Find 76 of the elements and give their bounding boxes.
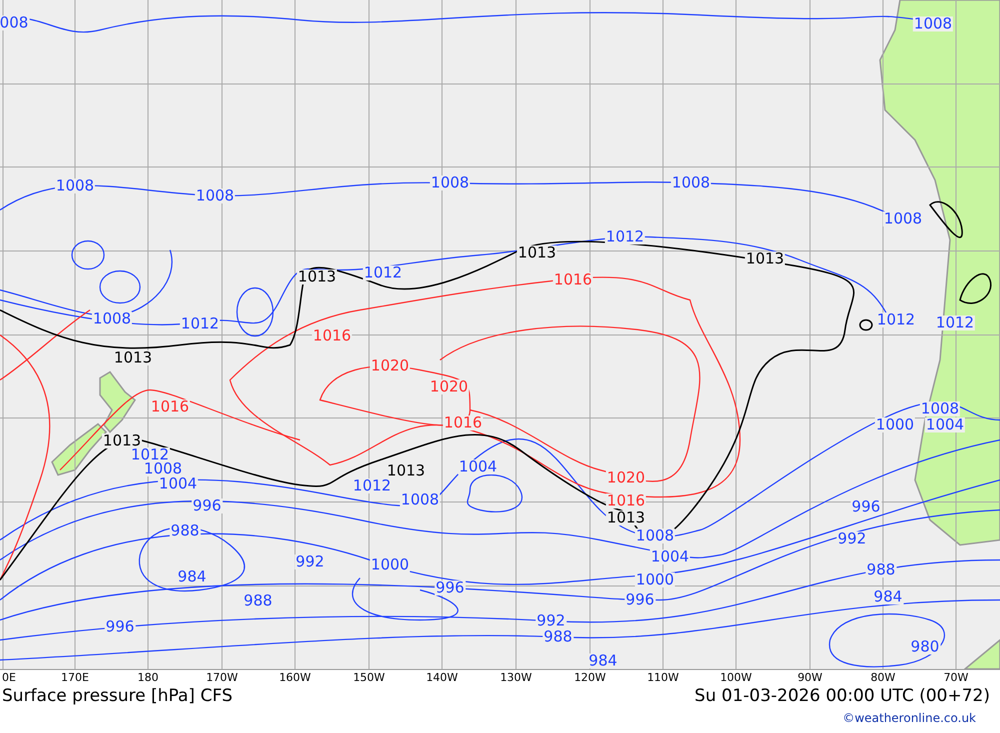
isobar-label: 1020: [428, 380, 470, 394]
isobar-label: 996: [850, 500, 882, 514]
isobar-label: 980: [910, 640, 940, 654]
longitude-label: 90W: [798, 672, 822, 683]
isobar-label: 1008: [142, 462, 184, 476]
isobar-label: 988: [866, 562, 896, 578]
isobar-label: 1013: [516, 246, 558, 260]
longitude-label: 80W: [870, 672, 896, 683]
isobar-label: 1013: [102, 434, 142, 448]
isobar-label: 1000: [634, 572, 676, 588]
isobar-label: 1008: [882, 212, 924, 226]
longitude-label: 110W: [647, 672, 679, 683]
longitude-label: 130W: [500, 672, 532, 683]
isobar-label: 1008: [194, 188, 236, 204]
isobar-label: 1008: [634, 528, 676, 544]
isobar-label: 1013: [112, 350, 154, 366]
longitude-label: 70W: [944, 672, 968, 683]
isobar-label: 1008: [670, 176, 712, 190]
copyright-text: ©weatheronline.co.uk: [842, 710, 976, 727]
isobar-label: 988: [542, 630, 574, 644]
isobar-label: 984: [588, 654, 618, 668]
isobar-line: [929, 201, 963, 238]
isobar-label: 1012: [352, 478, 392, 494]
longitude-label: 170E: [61, 672, 89, 683]
isobar-label: 1008: [430, 176, 470, 190]
isobar-label: 1012: [876, 312, 916, 328]
isobar-label: 1013: [296, 270, 338, 284]
isobar-label: 1012: [130, 448, 170, 462]
timestamp: Su 01-03-2026 00:00 UTC (00+72): [694, 688, 990, 705]
longitude-label: 100W: [720, 672, 752, 683]
isobar-label: 1020: [370, 358, 410, 374]
isobar-label: 1013: [744, 252, 786, 266]
longitude-label: 180: [138, 672, 158, 683]
isobar-label: 1004: [650, 550, 690, 564]
isobar-label: 1016: [150, 400, 190, 414]
isobar-label: 996: [624, 592, 656, 608]
isobar-label: 1013: [606, 510, 646, 526]
longitude-label: 120W: [574, 672, 606, 683]
longitude-label: 160W: [279, 672, 311, 683]
isobar-label: 1008: [912, 16, 954, 32]
isobar-label: 1004: [924, 418, 966, 432]
longitude-label: 140W: [426, 672, 458, 683]
isobar-label: 1012: [934, 316, 976, 330]
isobar-label: 1012: [180, 316, 220, 332]
isobar-label: 1004: [458, 460, 498, 474]
longitude-label: 170W: [206, 672, 238, 683]
isobar-label: 984: [176, 570, 208, 584]
longitude-label: 150W: [353, 672, 385, 683]
isobar-label: 1016: [606, 494, 646, 508]
isobar-label: 1008: [920, 402, 960, 416]
isobar-label: 1016: [312, 328, 352, 344]
isobar-label: 1016: [552, 272, 594, 288]
isobar-label: 1008: [54, 178, 96, 194]
isobar-label: 984: [872, 590, 904, 604]
isobar-label: 008: [0, 16, 30, 30]
isobar-label: 1000: [874, 418, 916, 432]
isobar-label: 1012: [362, 266, 404, 280]
isobar-label: 1013: [386, 464, 426, 478]
isobar-label: 996: [192, 498, 222, 514]
isobar-label: 996: [434, 580, 466, 596]
isobar-label: 988: [170, 524, 200, 538]
isobar-label: 992: [294, 554, 326, 570]
isobar-label: 1000: [370, 558, 410, 572]
isobar-label: 1008: [92, 312, 132, 326]
isobar-label: 992: [836, 532, 868, 546]
chart-title: Surface pressure [hPa] CFS: [2, 688, 232, 705]
isobar-label: 1016: [442, 416, 484, 430]
isobar-label: 1020: [606, 470, 646, 486]
isobar-label: 996: [104, 620, 136, 634]
isobar-label: 992: [536, 614, 566, 628]
isobar-label: 1012: [604, 230, 646, 244]
isobar-label: 1004: [158, 476, 198, 492]
longitude-label: 0E: [2, 672, 16, 683]
isobar-label: 1008: [400, 492, 440, 508]
isobar-label: 988: [242, 594, 274, 608]
isobar-line: [959, 273, 992, 304]
